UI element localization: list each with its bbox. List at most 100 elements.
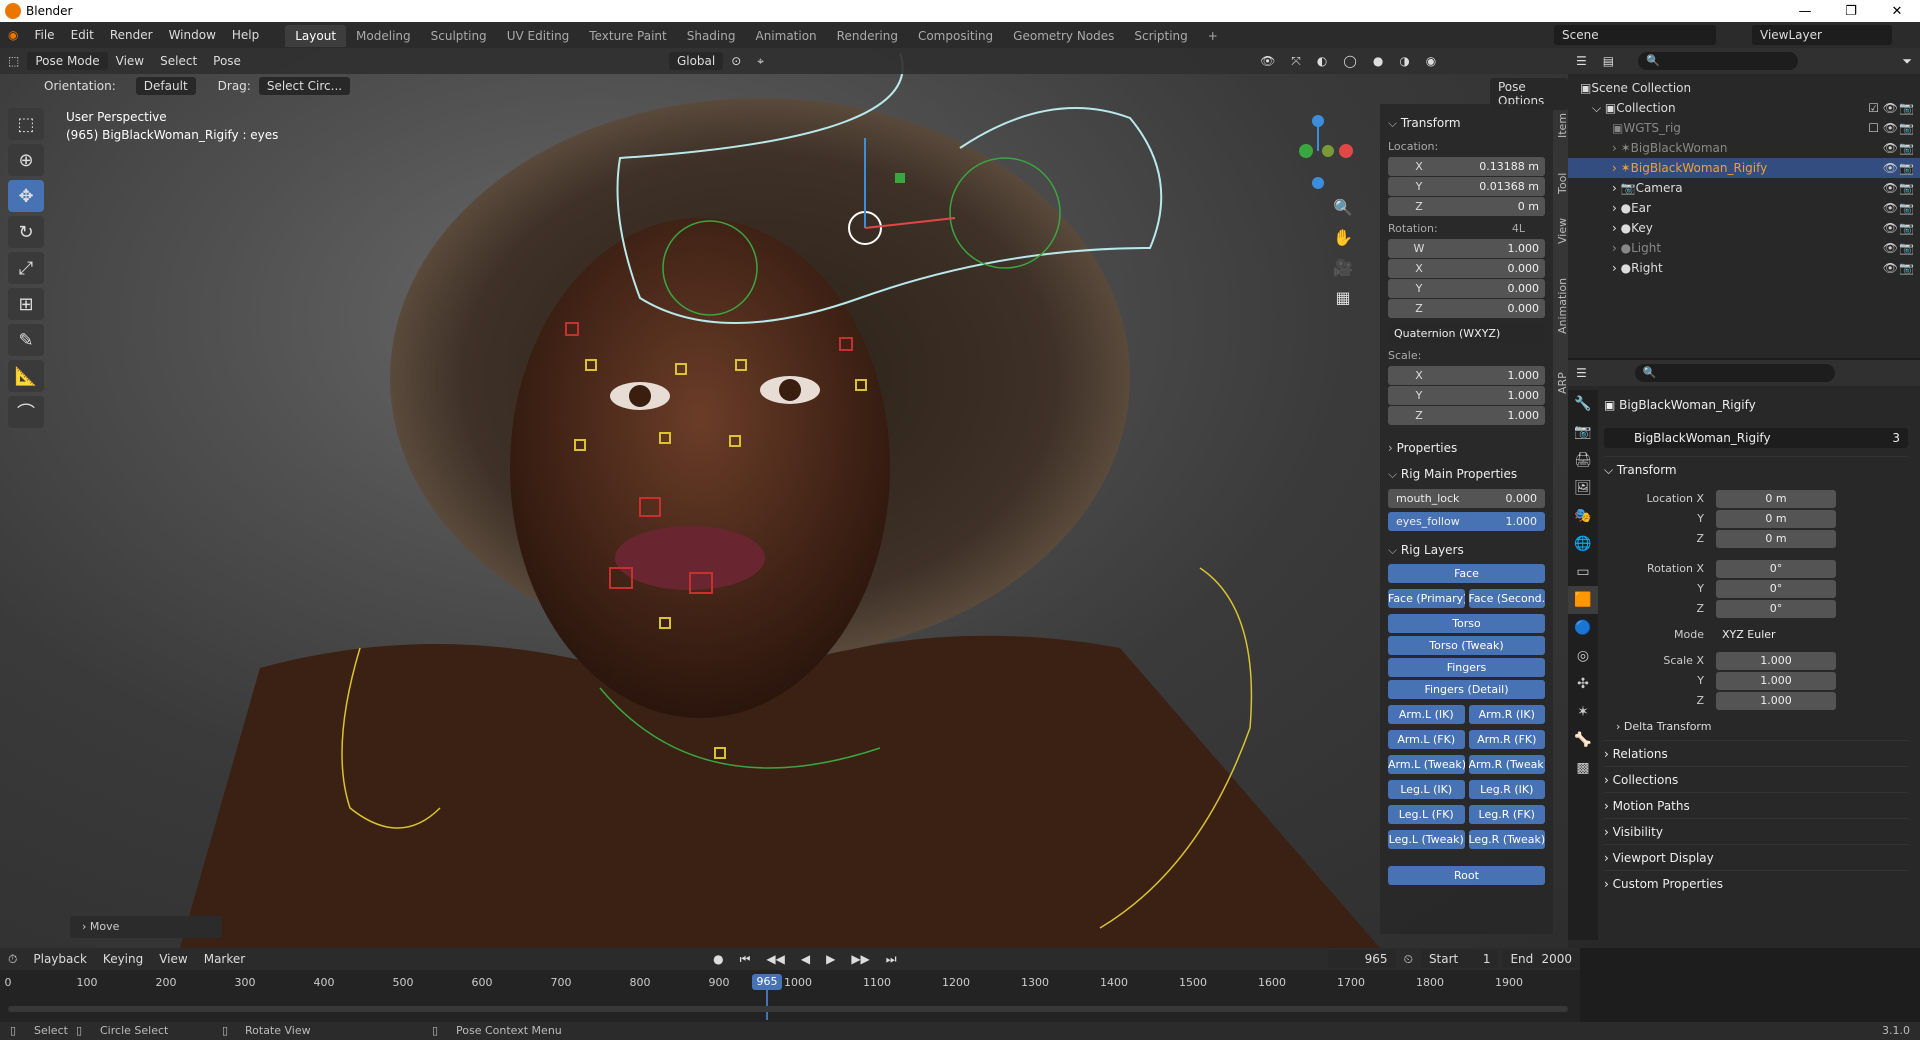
object-transform-section[interactable]: ⌵ Transform — [1604, 456, 1908, 482]
material-shading-icon[interactable]: ◑ — [1391, 54, 1417, 68]
wireframe-shading-icon[interactable]: ◯ — [1335, 54, 1364, 68]
layer-arm-l-ik-button[interactable]: Arm.L (IK) — [1388, 705, 1465, 724]
location-y-field[interactable]: Y 0.01368 m — [1388, 177, 1545, 196]
layer-leg-r-tweak-button[interactable]: Leg.R (Tweak) — [1468, 830, 1545, 849]
outliner-item-key[interactable]: › ● Key 👁 📷 — [1568, 218, 1920, 238]
object-rotation-x[interactable]: 0° — [1716, 560, 1836, 578]
outliner-item-bigblackwoman-rigify[interactable]: › ✶ BigBlackWoman_Rigify 👁 📷 — [1568, 158, 1920, 178]
object-scale-z[interactable]: 1.000 — [1716, 692, 1836, 710]
camera-view-icon[interactable]: 🎥 — [1330, 258, 1356, 288]
preview-range-icon[interactable]: ⏲ — [1396, 952, 1421, 967]
layer-root-button[interactable]: Root — [1388, 866, 1545, 885]
tab-view[interactable]: View — [1556, 218, 1568, 244]
drag-dropdown[interactable]: Select Circ... — [258, 77, 351, 95]
relations-section[interactable]: › Relations — [1604, 740, 1908, 766]
properties-section[interactable]: Properties — [1388, 437, 1545, 459]
layer-leg-l-tweak-button[interactable]: Leg.L (Tweak) — [1388, 830, 1465, 849]
add-workspace-icon[interactable]: + — [1198, 25, 1228, 47]
solid-shading-icon[interactable]: ● — [1365, 54, 1391, 68]
object-scale-x[interactable]: 1.000 — [1716, 652, 1836, 670]
snap-icon[interactable]: ⌖ — [749, 54, 772, 69]
3d-viewport[interactable]: ⬚ Pose Mode View Select Pose Global ⊙ ⌖ … — [0, 48, 1568, 948]
rotation-z-field[interactable]: Z 0.000 — [1388, 299, 1545, 318]
timeline-scrollbar[interactable] — [8, 1006, 1568, 1012]
viewport-display-section[interactable]: › Viewport Display — [1604, 844, 1908, 870]
texture-props-icon[interactable]: ▩ — [1568, 754, 1598, 782]
tab-scripting[interactable]: Scripting — [1124, 25, 1197, 47]
rig-layers-section[interactable]: Rig Layers — [1388, 539, 1545, 561]
scene-selector[interactable]: Scene — [1554, 25, 1716, 45]
collection-props-icon[interactable]: ▭ — [1568, 558, 1598, 586]
menu-render[interactable]: Render — [102, 22, 161, 48]
collections-section[interactable]: › Collections — [1604, 766, 1908, 792]
close-icon[interactable]: ✕ — [1874, 0, 1920, 22]
outliner-item-light[interactable]: › ● Light 👁 📷 — [1568, 238, 1920, 258]
tab-shading[interactable]: Shading — [677, 25, 746, 47]
pan-hand-icon[interactable]: ✋ — [1330, 228, 1356, 258]
scale-z-field[interactable]: Z 1.000 — [1388, 406, 1545, 425]
bone-props-icon[interactable]: 🦴 — [1568, 726, 1598, 754]
layer-face-primary-button[interactable]: Face (Primary) — [1388, 589, 1465, 608]
motion-paths-section[interactable]: › Motion Paths — [1604, 792, 1908, 818]
rig-main-properties-section[interactable]: Rig Main Properties — [1388, 463, 1545, 485]
relax-pose-tool-icon[interactable]: ⌒ — [8, 396, 44, 428]
outliner-item-camera[interactable]: › 📷 Camera 👁 📷 — [1568, 178, 1920, 198]
tab-geometry-nodes[interactable]: Geometry Nodes — [1003, 25, 1124, 47]
menu-file[interactable]: File — [26, 22, 62, 48]
select-box-tool-icon[interactable]: ⬚ — [8, 108, 44, 140]
tool-props-icon[interactable]: 🔧 — [1568, 390, 1598, 418]
outliner-search-input[interactable]: 🔍 — [1638, 52, 1799, 70]
record-icon[interactable]: ● — [705, 952, 731, 966]
menu-timeline-view[interactable]: View — [151, 952, 195, 966]
object-scale-y[interactable]: 1.000 — [1716, 672, 1836, 690]
overlay-icon[interactable]: ◐ — [1309, 54, 1335, 68]
outliner-item-ear[interactable]: › ● Ear 👁 📷 — [1568, 198, 1920, 218]
tab-tool[interactable]: Tool — [1556, 173, 1568, 194]
eyes-follow-slider[interactable]: eyes_follow 1.000 — [1388, 512, 1545, 531]
transform-orientation-dropdown[interactable]: Global — [668, 52, 724, 70]
object-location-z[interactable]: 0 m — [1716, 530, 1836, 548]
rotation-w-field[interactable]: W 1.000 — [1388, 239, 1545, 258]
editor-type-icon[interactable]: ⬚ — [0, 54, 27, 68]
pivot-icon[interactable]: ⊙ — [723, 54, 749, 68]
tab-rendering[interactable]: Rendering — [827, 25, 908, 47]
rotation-y-field[interactable]: Y 0.000 — [1388, 279, 1545, 298]
layer-leg-l-ik-button[interactable]: Leg.L (IK) — [1388, 780, 1465, 799]
gizmo-icon[interactable]: ⤧ — [1283, 54, 1309, 69]
object-rotation-y[interactable]: 0° — [1716, 580, 1836, 598]
location-x-field[interactable]: X 0.13188 m — [1388, 157, 1545, 176]
transform-section[interactable]: Transform — [1388, 112, 1545, 134]
modifier-props-icon[interactable]: 🔵 — [1568, 614, 1598, 642]
tab-layout[interactable]: Layout — [285, 25, 347, 47]
menu-playback[interactable]: Playback — [25, 952, 95, 966]
navigation-gizmo[interactable] — [1299, 115, 1353, 189]
view-layer-props-icon[interactable]: 🖼 — [1568, 474, 1598, 502]
layer-leg-r-fk-button[interactable]: Leg.R (FK) — [1468, 805, 1545, 824]
layer-arm-r-ik-button[interactable]: Arm.R (IK) — [1468, 705, 1545, 724]
properties-editor-icon[interactable]: ☰ — [1568, 366, 1595, 380]
grid-icon[interactable]: ▦ — [1330, 288, 1356, 318]
menu-window[interactable]: Window — [161, 22, 224, 48]
mode-dropdown[interactable]: Pose Mode — [27, 52, 108, 70]
layer-face-button[interactable]: Face — [1388, 564, 1545, 583]
visibility-icon[interactable]: 👁 — [1252, 54, 1283, 68]
layer-arm-r-tweak-button[interactable]: Arm.R (Tweak) — [1468, 755, 1545, 774]
layer-leg-l-fk-button[interactable]: Leg.L (FK) — [1388, 805, 1465, 824]
last-operator-panel[interactable]: › Move — [70, 916, 222, 938]
blender-menu-icon[interactable]: ◉ — [0, 22, 26, 48]
start-frame-field[interactable]: Start 1 — [1420, 950, 1499, 968]
object-location-x[interactable]: 0 m — [1716, 490, 1836, 508]
object-props-icon[interactable]: 🟧 — [1568, 586, 1598, 614]
layer-leg-r-ik-button[interactable]: Leg.R (IK) — [1468, 780, 1545, 799]
current-frame-field[interactable]: 965 — [1327, 950, 1396, 968]
move-tool-icon[interactable]: ✥ — [8, 180, 44, 212]
layer-torso-button[interactable]: Torso — [1388, 614, 1545, 633]
physics-props-icon[interactable]: ◎ — [1568, 642, 1598, 670]
outliner-editor-icon[interactable]: ☰ — [1568, 54, 1595, 68]
visibility-section[interactable]: › Visibility — [1604, 818, 1908, 844]
cursor-tool-icon[interactable]: ⊕ — [8, 144, 44, 176]
jump-end-icon[interactable]: ⏭ — [878, 952, 905, 967]
menu-marker[interactable]: Marker — [196, 952, 253, 966]
menu-pose[interactable]: Pose — [205, 54, 249, 68]
timeline-ruler[interactable]: 0 100 200 300 400 500 600 700 800 900 1000 1100 1200… — [0, 970, 1580, 1022]
